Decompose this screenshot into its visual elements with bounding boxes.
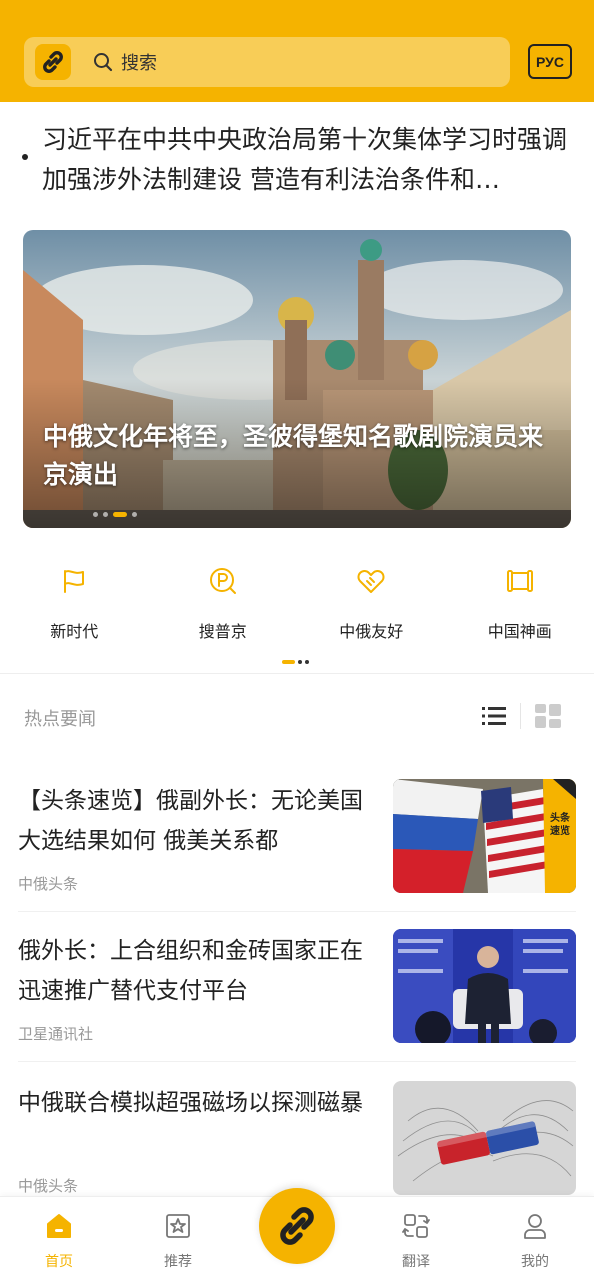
- news-thumbnail[interactable]: 头条 速览: [393, 779, 576, 893]
- scroll-icon: [505, 566, 535, 596]
- app-logo-icon[interactable]: [35, 44, 71, 80]
- news-item[interactable]: 中俄联合模拟超强磁场以探测磁暴 中俄头条: [18, 1081, 576, 1197]
- quick-nav-item-search-putin[interactable]: 搜普京: [149, 566, 298, 646]
- bullet-icon: [22, 154, 28, 160]
- user-icon: [520, 1211, 550, 1241]
- language-button[interactable]: РУС: [528, 44, 572, 79]
- quick-nav-item-new-era[interactable]: 新时代: [0, 566, 149, 646]
- quick-nav-label: 新时代: [50, 622, 99, 641]
- svg-text:速览: 速览: [550, 824, 570, 837]
- home-icon: [44, 1211, 74, 1241]
- news-thumbnail[interactable]: [393, 929, 576, 1043]
- tab-label: 推荐: [164, 1254, 192, 1270]
- top-headline-text[interactable]: 习近平在中共中央政治局第十次集体学习时强调 加强涉外法制建设 营造有利法治条件和…: [42, 120, 572, 200]
- quick-nav-label: 搜普京: [198, 622, 247, 641]
- quick-nav-item-china-art[interactable]: 中国神画: [446, 566, 594, 646]
- top-headline[interactable]: 习近平在中共中央政治局第十次集体学习时强调 加强涉外法制建设 营造有利法治条件和…: [22, 120, 572, 200]
- tab-label: 翻译: [402, 1254, 430, 1270]
- tab-recommend[interactable]: 推荐: [138, 1211, 218, 1271]
- banner-pagination: [93, 512, 137, 517]
- tab-label: 我的: [521, 1254, 549, 1270]
- news-item[interactable]: 【头条速览】俄副外长：无论美国大选结果如何 俄美关系都 中俄头条 头条 速览: [18, 779, 576, 895]
- banner-dot: [132, 512, 137, 517]
- quick-nav-label: 中国神画: [487, 622, 552, 641]
- quick-nav-label: 中俄友好: [339, 622, 404, 641]
- news-item[interactable]: 俄外长：上合组织和金砖国家正在迅速推广替代支付平台 卫星通讯社: [18, 929, 576, 1045]
- list-view-icon[interactable]: [482, 705, 506, 727]
- search-icon: [93, 51, 115, 73]
- banner-title[interactable]: 中俄文化年将至，圣彼得堡知名歌剧院演员来京演出: [43, 418, 558, 494]
- news-source: 中俄头条: [18, 875, 79, 893]
- banner-dot: [93, 512, 98, 517]
- flag-icon: [59, 566, 89, 596]
- app-header: 搜索 РУС: [0, 0, 594, 102]
- handshake-heart-icon: [356, 566, 386, 596]
- section-title: 热点要闻: [24, 709, 96, 730]
- news-title[interactable]: 中俄联合模拟超强磁场以探测磁暴: [18, 1083, 373, 1123]
- banner-carousel[interactable]: 中俄文化年将至，圣彼得堡知名歌剧院演员来京演出: [23, 230, 571, 528]
- news-divider: [18, 911, 576, 912]
- section-divider: [0, 673, 594, 674]
- banner-dot-active: [113, 512, 127, 517]
- translate-icon: [401, 1211, 431, 1241]
- news-title[interactable]: 俄外长：上合组织和金砖国家正在迅速推广替代支付平台: [18, 931, 373, 1011]
- search-p-icon: [208, 566, 238, 596]
- news-thumbnail[interactable]: [393, 1081, 576, 1195]
- view-toggle-divider: [520, 703, 521, 729]
- star-bookmark-icon: [163, 1211, 193, 1241]
- search-bar[interactable]: 搜索: [24, 37, 510, 87]
- search-input[interactable]: 搜索: [121, 49, 157, 75]
- quick-nav-dot: [305, 660, 309, 664]
- news-divider: [18, 1061, 576, 1062]
- quick-nav-pagination: [282, 660, 309, 664]
- link-icon: [280, 1207, 314, 1245]
- quick-nav-item-friendship[interactable]: 中俄友好: [297, 566, 446, 646]
- news-source: 中俄头条: [18, 1177, 79, 1195]
- news-source: 卫星通讯社: [18, 1025, 94, 1043]
- svg-text:头条: 头条: [550, 811, 571, 824]
- quick-nav: 新时代 搜普京 中俄友好 中国神画: [0, 566, 594, 646]
- grid-view-icon[interactable]: [535, 704, 561, 728]
- quick-nav-dot: [298, 660, 302, 664]
- tab-translate[interactable]: 翻译: [376, 1211, 456, 1271]
- tab-profile[interactable]: 我的: [495, 1211, 575, 1271]
- news-title[interactable]: 【头条速览】俄副外长：无论美国大选结果如何 俄美关系都: [18, 781, 373, 861]
- tab-label: 首页: [45, 1254, 73, 1270]
- banner-dot: [103, 512, 108, 517]
- quick-nav-dot-active: [282, 660, 295, 664]
- tab-home[interactable]: 首页: [19, 1211, 99, 1271]
- center-link-button[interactable]: [259, 1188, 335, 1264]
